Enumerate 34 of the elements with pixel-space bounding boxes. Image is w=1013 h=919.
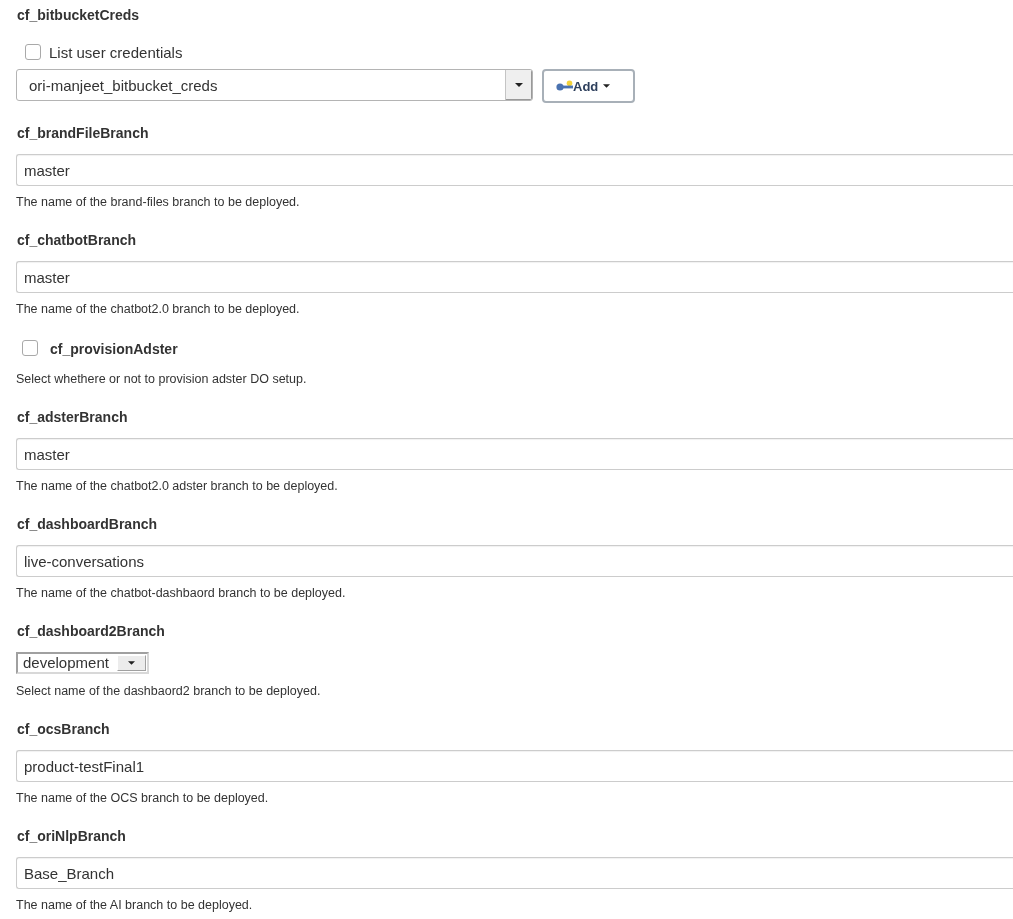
checkbox-label: cf_provisionAdster — [50, 340, 178, 359]
text-input[interactable]: product-testFinal1 — [16, 750, 1013, 782]
field-label: cf_adsterBranch — [16, 408, 128, 427]
caret-icon — [128, 661, 135, 665]
field-label: cf_oriNlpBranch — [16, 827, 126, 846]
text-input[interactable]: master — [16, 154, 1013, 186]
help-text: The name of the OCS branch to be deployed. — [16, 790, 269, 806]
caret-icon — [603, 84, 611, 88]
caret-icon — [515, 83, 523, 87]
field-label: cf_bitbucketCreds — [16, 6, 140, 25]
dropdown-button[interactable] — [505, 70, 532, 100]
checkbox-label: List user credentials — [49, 43, 183, 63]
checkbox[interactable] — [25, 43, 41, 60]
help-text: Select whethere or not to provision adster DO setup. — [16, 371, 307, 387]
field-label: cf_dashboardBranch — [16, 515, 158, 534]
help-text: Select name of the dashbaord2 branch to be deployed. — [16, 683, 321, 699]
help-text: The name of the chatbot-dashbaord branch to be deployed. — [16, 585, 346, 601]
field-label: cf_ocsBranch — [16, 720, 110, 739]
help-text: The name of the chatbot2.0 adster branch to be deployed. — [16, 478, 338, 494]
credentials-select[interactable]: ori-manjeet_bitbucket_creds — [16, 69, 533, 101]
text-input[interactable]: Base_Branch — [16, 857, 1013, 889]
field-label: cf_brandFileBranch — [16, 124, 149, 143]
add-button[interactable]: Add — [542, 69, 635, 103]
help-text: The name of the chatbot2.0 branch to be deployed. — [16, 301, 300, 317]
field-label: cf_dashboard2Branch — [16, 622, 165, 641]
text-input[interactable]: master — [16, 438, 1013, 470]
field-label: cf_chatbotBranch — [16, 231, 137, 250]
text-input[interactable]: master — [16, 261, 1013, 293]
checkbox[interactable] — [22, 339, 38, 356]
key-icon — [556, 80, 573, 92]
text-input[interactable]: live-conversations — [16, 545, 1013, 577]
help-text: The name of the AI branch to be deployed. — [16, 897, 253, 913]
branch-select[interactable]: development — [16, 652, 149, 674]
help-text: The name of the brand-files branch to be deployed. — [16, 194, 300, 210]
